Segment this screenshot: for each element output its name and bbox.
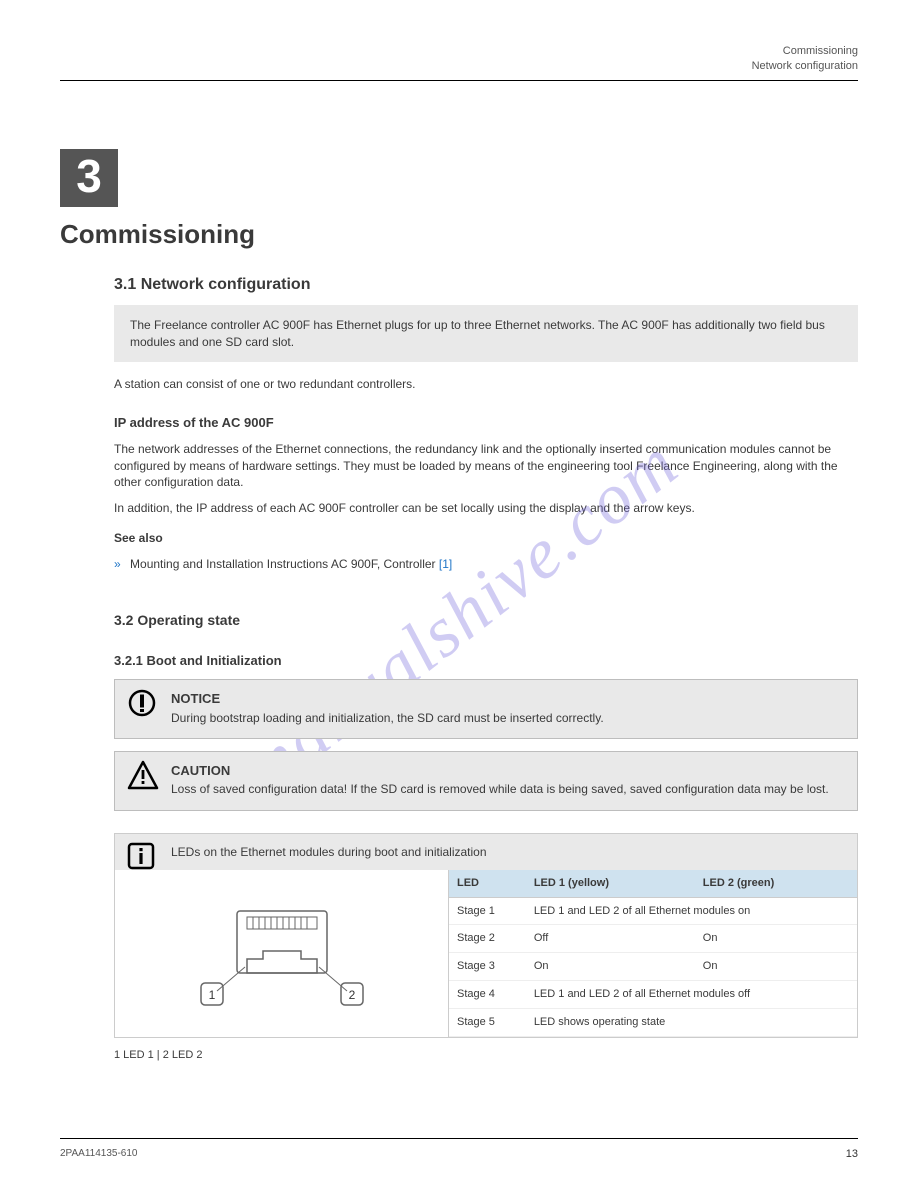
table-header-row: LED LED 1 (yellow) LED 2 (green): [449, 870, 857, 897]
diagram-label-1: 1: [208, 988, 215, 1002]
info-header-text: LEDs on the Ethernet modules during boot…: [171, 845, 487, 859]
section-heading-state: 3.2 Operating state: [114, 611, 858, 630]
header-line-2: Network configuration: [60, 59, 858, 74]
header-line-1: Commissioning: [60, 44, 858, 59]
cell-stage: Stage 3: [449, 953, 526, 981]
led-table: LED LED 1 (yellow) LED 2 (green) Stage 1…: [449, 870, 857, 1037]
notice-box: NOTICE During bootstrap loading and init…: [114, 679, 858, 739]
notice-icon: [127, 688, 157, 722]
notice-severity: NOTICE: [171, 690, 843, 708]
footer-doc-id: 2PAA114135-610: [60, 1147, 137, 1161]
caution-severity: CAUTION: [171, 762, 843, 780]
cell-span: LED 1 and LED 2 of all Ethernet modules …: [526, 897, 857, 925]
chevron-right-icon: »: [114, 556, 121, 572]
led-table-wrap: LED LED 1 (yellow) LED 2 (green) Stage 1…: [449, 870, 857, 1037]
cell-stage: Stage 5: [449, 1008, 526, 1036]
see-also-ref: [1]: [439, 557, 452, 571]
notice-text: During bootstrap loading and initializat…: [171, 711, 604, 725]
cell-span: LED 1 and LED 2 of all Ethernet modules …: [526, 981, 857, 1009]
cell-stage: Stage 1: [449, 897, 526, 925]
diagram-legend: 1 LED 1 | 2 LED 2: [114, 1048, 858, 1063]
cell-led2: On: [695, 953, 857, 981]
cell-stage: Stage 2: [449, 925, 526, 953]
col-led1: LED 1 (yellow): [526, 870, 695, 897]
network-summary-box: The Freelance controller AC 900F has Eth…: [114, 305, 858, 361]
ip-address-heading: IP address of the AC 900F: [114, 414, 858, 432]
caution-text: Loss of saved configuration data! If the…: [171, 782, 829, 796]
table-row: Stage 5 LED shows operating state: [449, 1008, 857, 1036]
chapter-number-badge: 3: [60, 149, 118, 207]
section-heading-network: 3.1 Network configuration: [114, 274, 858, 296]
cell-span: LED shows operating state: [526, 1008, 857, 1036]
page: manualshive.com Commissioning Network co…: [0, 0, 918, 1188]
ethernet-port-diagram: 1 2: [115, 870, 449, 1037]
page-header: Commissioning Network configuration: [60, 44, 858, 74]
col-led: LED: [449, 870, 526, 897]
caution-icon: [127, 760, 159, 794]
cell-stage: Stage 4: [449, 981, 526, 1009]
cell-led2: On: [695, 925, 857, 953]
cell-led1: Off: [526, 925, 695, 953]
ip-body-2: In addition, the IP address of each AC 9…: [114, 500, 858, 516]
led-info-row: 1 2 LED LED 1 (yellow) LED 2 (green) Sta…: [114, 870, 858, 1038]
table-row: Stage 2 Off On: [449, 925, 857, 953]
col-led2: LED 2 (green): [695, 870, 857, 897]
cell-led1: On: [526, 953, 695, 981]
see-also-text: Mounting and Installation Instructions A…: [130, 557, 436, 571]
footer-page-number: 13: [846, 1147, 858, 1162]
boot-init-heading: 3.2.1 Boot and Initialization: [114, 652, 858, 670]
chapter-title: Commissioning: [60, 217, 858, 252]
see-also-link[interactable]: » Mounting and Installation Instructions…: [114, 556, 858, 572]
table-row: Stage 4 LED 1 and LED 2 of all Ethernet …: [449, 981, 857, 1009]
table-row: Stage 1 LED 1 and LED 2 of all Ethernet …: [449, 897, 857, 925]
info-header: LEDs on the Ethernet modules during boot…: [114, 833, 858, 870]
info-icon: [127, 842, 155, 874]
table-row: Stage 3 On On: [449, 953, 857, 981]
caution-box: CAUTION Loss of saved configuration data…: [114, 751, 858, 811]
see-also-label: See also: [114, 530, 858, 546]
network-intro: A station can consist of one or two redu…: [114, 376, 858, 392]
page-footer: 2PAA114135-610 13: [60, 1138, 858, 1162]
ip-body-1: The network addresses of the Ethernet co…: [114, 441, 858, 490]
diagram-label-2: 2: [348, 988, 355, 1002]
header-rule: [60, 80, 858, 81]
